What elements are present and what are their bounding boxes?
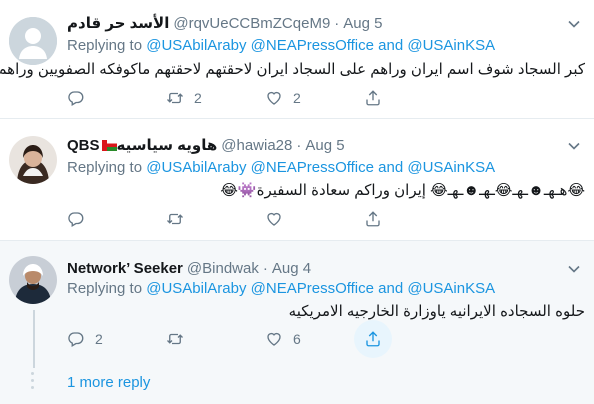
tweet-date[interactable]: Aug 5 [305,137,344,154]
display-name[interactable]: الأسد حر قادم [67,14,169,32]
replying-and[interactable]: and [378,280,403,297]
tweet-header: Network’ Seeker @Bindwak · Aug 4 [67,258,311,278]
mention-link[interactable]: @USAbilAraby [146,280,246,297]
tweet[interactable]: Network’ Seeker @Bindwak · Aug 4 Replyin… [0,241,594,404]
retweet-button[interactable] [166,328,194,350]
tweet-text: 😂هـهـ☻ـهـ😂ـهـ☻ـهـ😂 إيران وراكم سعادة الس… [220,182,585,199]
tweet-text: كبر السجاد شوف اسم ايران وراهم على السجا… [0,61,585,78]
reply-icon [67,330,85,348]
reply-button[interactable]: 2 [67,328,103,350]
user-handle[interactable]: @rqvUeCCBmZCqeM9 [173,15,330,32]
retweet-button[interactable] [166,208,194,230]
more-replies-dots [31,372,35,393]
caret-down-icon[interactable] [566,261,582,277]
retweet-icon [166,89,184,107]
share-icon [364,210,382,228]
like-button[interactable]: 2 [265,87,301,109]
avatar[interactable] [9,256,57,304]
retweet-count: 2 [194,90,202,106]
tweet[interactable]: QBS هاويه سياسيه @hawia28 · Aug 5 Replyi… [0,119,594,241]
avatar[interactable] [9,136,57,184]
oman-flag-icon [101,139,117,151]
mention-link[interactable]: @USAinKSA [407,37,495,54]
user-handle[interactable]: @Bindwak [187,260,259,277]
default-avatar-icon [9,17,57,65]
like-count: 2 [293,90,301,106]
reply-button[interactable] [67,87,95,109]
display-name[interactable]: Network’ Seeker [67,260,183,277]
separator-dot: · [296,136,302,154]
like-button[interactable] [265,208,293,230]
like-icon [265,330,283,348]
replying-to: Replying to @USAbilAraby @NEAPressOffice… [67,37,495,54]
mention-link[interactable]: @NEAPressOffice [251,37,374,54]
retweet-icon [166,210,184,228]
like-count: 6 [293,331,301,347]
replying-prefix: Replying to [67,280,143,297]
avatar[interactable] [9,17,57,65]
replying-and[interactable]: and [378,159,403,176]
separator-dot: · [262,259,268,277]
replying-and[interactable]: and [378,37,403,54]
mention-link[interactable]: @USAbilAraby [146,159,246,176]
tweet-header: QBS هاويه سياسيه @hawia28 · Aug 5 [67,135,345,155]
tweet-date[interactable]: Aug 4 [272,260,311,277]
user-photo-icon [9,136,57,184]
display-name[interactable]: QBS [67,137,100,154]
reply-icon [67,210,85,228]
like-button[interactable]: 6 [265,328,301,350]
replying-prefix: Replying to [67,159,143,176]
share-icon [364,330,382,348]
mention-link[interactable]: @USAbilAraby [146,37,246,54]
share-button[interactable] [354,320,392,358]
replying-to: Replying to @USAbilAraby @NEAPressOffice… [67,280,495,297]
share-button[interactable] [364,87,382,109]
tweet[interactable]: الأسد حر قادم @rqvUeCCBmZCqeM9 · Aug 5 R… [0,0,594,119]
like-icon [265,89,283,107]
replying-to: Replying to @USAbilAraby @NEAPressOffice… [67,159,495,176]
share-button[interactable] [364,208,382,230]
retweet-button[interactable]: 2 [166,87,202,109]
tweet-text: حلوه السجاده الايرانيه ياوزارة الخارجيه … [288,303,585,320]
thread-line [33,310,35,368]
display-name-suffix[interactable]: هاويه سياسيه [117,136,218,154]
reply-count: 2 [95,331,103,347]
more-replies-link[interactable]: 1 more reply [67,374,150,391]
user-photo-icon [9,256,57,304]
like-icon [265,210,283,228]
retweet-icon [166,330,184,348]
caret-down-icon[interactable] [566,16,582,32]
mention-link[interactable]: @NEAPressOffice [251,159,374,176]
reply-button[interactable] [67,208,95,230]
replying-prefix: Replying to [67,37,143,54]
reply-icon [67,89,85,107]
tweet-date[interactable]: Aug 5 [343,15,382,32]
share-icon [364,89,382,107]
user-handle[interactable]: @hawia28 [221,137,292,154]
caret-down-icon[interactable] [566,138,582,154]
separator-dot: · [334,14,340,32]
mention-link[interactable]: @NEAPressOffice [251,280,374,297]
tweet-header: الأسد حر قادم @rqvUeCCBmZCqeM9 · Aug 5 [67,13,382,33]
mention-link[interactable]: @USAinKSA [407,280,495,297]
mention-link[interactable]: @USAinKSA [407,159,495,176]
